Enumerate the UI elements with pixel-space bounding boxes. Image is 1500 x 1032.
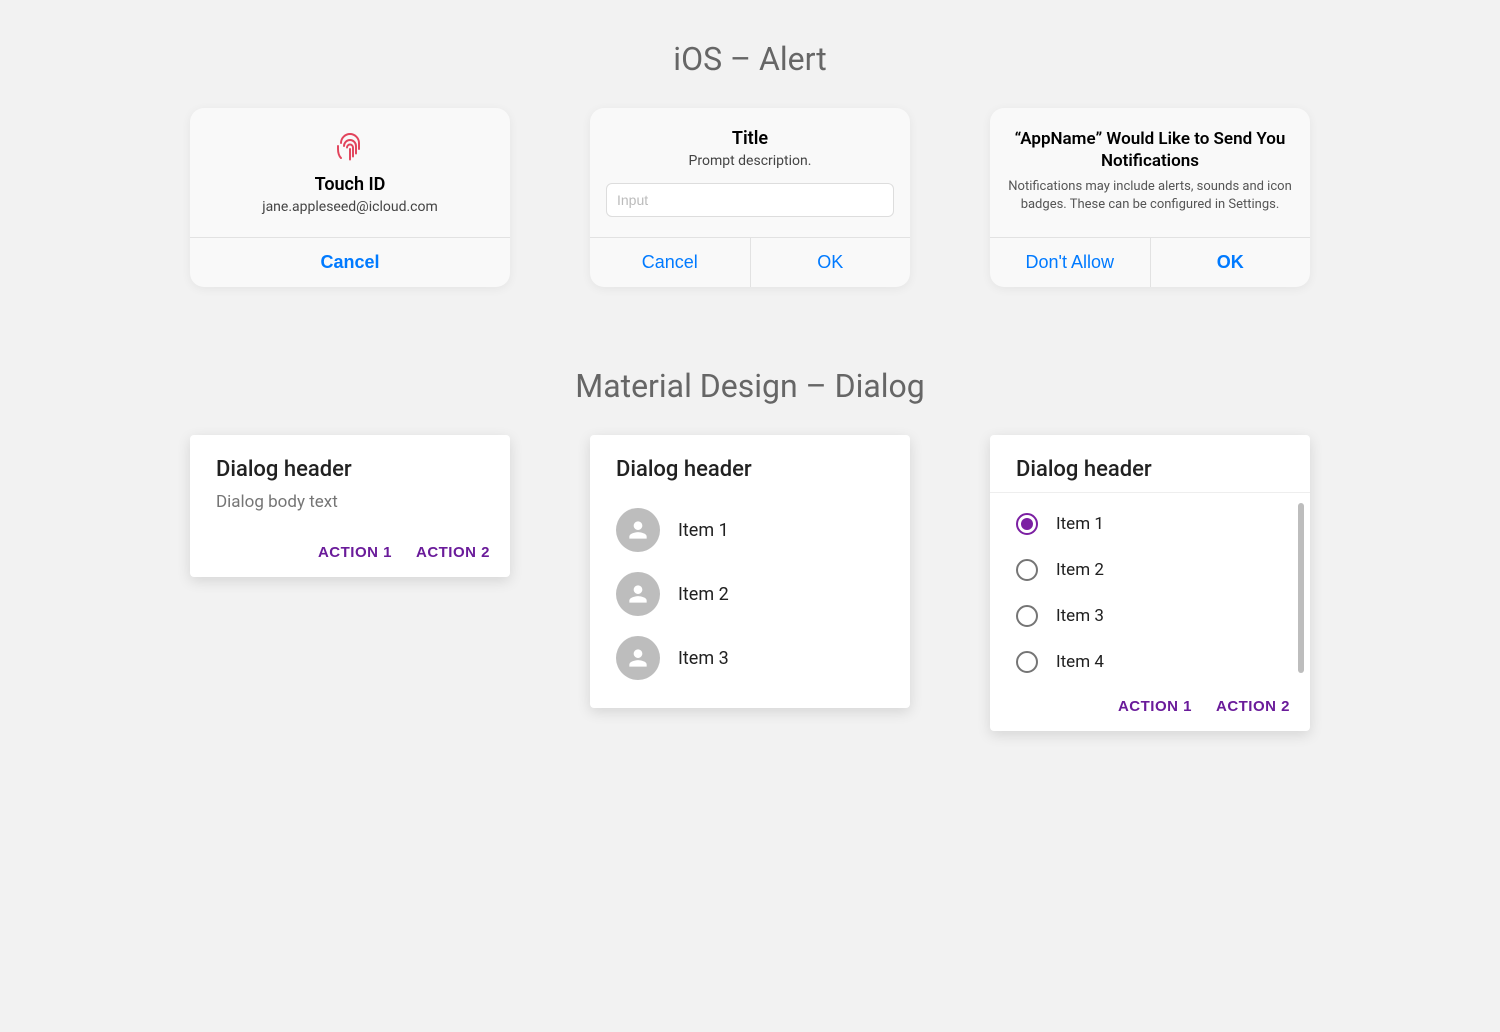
ios-row: Touch ID jane.appleseed@icloud.com Cance… — [0, 108, 1500, 287]
section-title-ios: iOS – Alert — [0, 40, 1500, 78]
action-1-button[interactable]: ACTION 1 — [318, 544, 392, 561]
ios-alert-touchid: Touch ID jane.appleseed@icloud.com Cance… — [190, 108, 510, 287]
scrollbar-thumb[interactable] — [1298, 503, 1304, 673]
material-row: Dialog header Dialog body text ACTION 1 … — [0, 435, 1500, 731]
ios-alert-actions: Cancel OK — [590, 237, 910, 287]
person-icon — [616, 636, 660, 680]
action-2-button[interactable]: ACTION 2 — [416, 544, 490, 561]
radio-icon — [1016, 559, 1038, 581]
ios-alert-body: Notifications may include alerts, sounds… — [1006, 178, 1294, 214]
dialog-body: Dialog body text — [190, 492, 510, 532]
material-dialog-radio: Dialog header Item 1 Item 2 Item 3 Item 4 A… — [990, 435, 1310, 731]
list-item-label: Item 1 — [678, 520, 729, 541]
allow-button[interactable]: OK — [1150, 238, 1311, 287]
dialog-actions: ACTION 1 ACTION 2 — [990, 685, 1310, 731]
list-item[interactable]: Item 1 — [590, 498, 910, 562]
material-dialog-list: Dialog header Item 1 Item 2 Item 3 — [590, 435, 910, 708]
person-icon — [616, 508, 660, 552]
dialog-actions: ACTION 1 ACTION 2 — [190, 532, 510, 577]
ios-alert-notifications: “AppName” Would Like to Send You Notific… — [990, 108, 1310, 287]
ios-alert-actions: Don't Allow OK — [990, 237, 1310, 287]
material-dialog-simple: Dialog header Dialog body text ACTION 1 … — [190, 435, 510, 577]
ok-button[interactable]: OK — [750, 238, 911, 287]
radio-icon — [1016, 513, 1038, 535]
ios-alert-subtitle: jane.appleseed@icloud.com — [206, 199, 494, 215]
prompt-input[interactable] — [606, 183, 894, 217]
person-icon — [616, 572, 660, 616]
radio-item-label: Item 2 — [1056, 560, 1104, 580]
ios-alert-title: “AppName” Would Like to Send You Notific… — [1006, 128, 1294, 172]
section-title-material: Material Design – Dialog — [0, 367, 1500, 405]
radio-icon — [1016, 605, 1038, 627]
cancel-button[interactable]: Cancel — [590, 238, 750, 287]
list-item-label: Item 3 — [678, 648, 729, 669]
dialog-radio-container: Item 1 Item 2 Item 3 Item 4 — [990, 492, 1310, 685]
fingerprint-icon — [332, 128, 368, 164]
ios-alert-actions: Cancel — [190, 237, 510, 287]
dialog-header: Dialog header — [190, 435, 510, 492]
list-item[interactable]: Item 2 — [590, 562, 910, 626]
list-item-label: Item 2 — [678, 584, 729, 605]
radio-item-label: Item 3 — [1056, 606, 1104, 626]
ios-alert-title: Title — [606, 128, 894, 149]
radio-item[interactable]: Item 4 — [990, 639, 1290, 685]
cancel-button[interactable]: Cancel — [190, 238, 510, 287]
list-item[interactable]: Item 3 — [590, 626, 910, 690]
radio-icon — [1016, 651, 1038, 673]
radio-item-label: Item 4 — [1056, 652, 1104, 672]
ios-alert-prompt: Title Prompt description. Cancel OK — [590, 108, 910, 287]
radio-item-label: Item 1 — [1056, 514, 1104, 534]
ios-alert-title: Touch ID — [206, 174, 494, 195]
radio-item[interactable]: Item 3 — [990, 593, 1290, 639]
ios-alert-body: Prompt description. — [606, 153, 894, 169]
dialog-header: Dialog header — [590, 435, 910, 492]
ios-alert-content: “AppName” Would Like to Send You Notific… — [990, 108, 1310, 237]
ios-alert-content: Title Prompt description. — [590, 108, 910, 237]
dialog-list: Item 1 Item 2 Item 3 — [590, 492, 910, 708]
dialog-radio-list: Item 1 Item 2 Item 3 Item 4 — [990, 493, 1310, 685]
dialog-header: Dialog header — [990, 435, 1310, 492]
action-1-button[interactable]: ACTION 1 — [1118, 698, 1192, 715]
radio-item[interactable]: Item 2 — [990, 547, 1290, 593]
dont-allow-button[interactable]: Don't Allow — [990, 238, 1150, 287]
radio-item[interactable]: Item 1 — [990, 501, 1290, 547]
ios-alert-content: Touch ID jane.appleseed@icloud.com — [190, 108, 510, 237]
action-2-button[interactable]: ACTION 2 — [1216, 698, 1290, 715]
